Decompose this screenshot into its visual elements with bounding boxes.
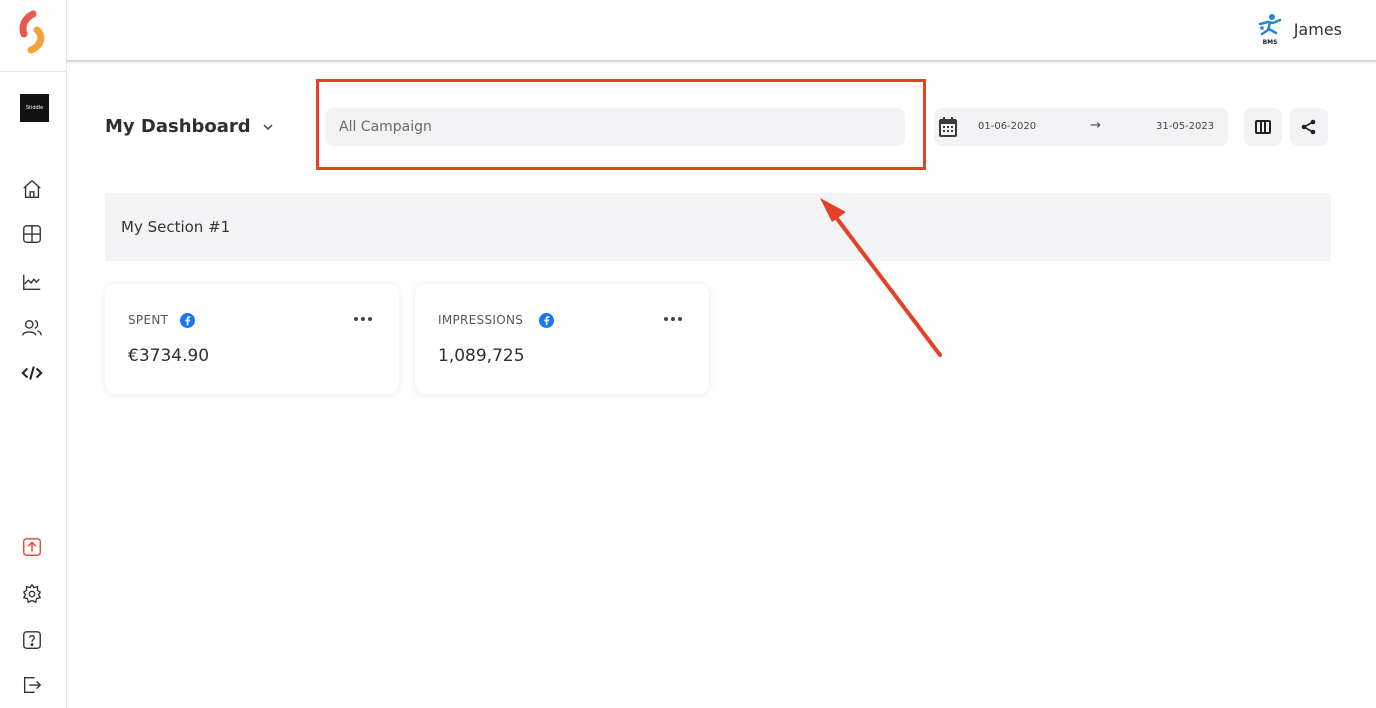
chart-area-icon[interactable] <box>20 270 44 294</box>
logout-icon[interactable] <box>20 673 44 697</box>
facebook-icon <box>539 313 554 328</box>
top-bar-divider <box>67 60 1376 62</box>
metric-value: 1,089,725 <box>438 346 525 366</box>
upload-icon[interactable] <box>20 535 44 559</box>
metric-card-impressions: IMPRESSIONS 1,089,725 <box>415 284 709 394</box>
share-button[interactable] <box>1290 108 1328 146</box>
home-icon[interactable] <box>20 177 44 201</box>
annotation-highlight-box <box>316 79 926 170</box>
columns-button[interactable] <box>1244 108 1282 146</box>
user-name: James <box>1293 19 1342 39</box>
brand-logo[interactable]: Stiddle <box>20 94 49 122</box>
date-start: 01-06-2020 <box>978 121 1037 132</box>
user-menu[interactable]: BMS James <box>1256 12 1342 46</box>
bms-logo-icon: BMS <box>1258 14 1281 46</box>
chevron-down-icon[interactable] <box>261 120 275 134</box>
code-icon[interactable] <box>20 361 44 385</box>
date-end: 31-05-2023 <box>1156 121 1215 132</box>
facebook-icon <box>180 313 195 328</box>
section-header: My Section #1 <box>105 193 1331 261</box>
calendar-icon <box>939 117 957 137</box>
brand-text: Stiddle <box>25 105 44 111</box>
date-arrow: → <box>1090 118 1101 133</box>
more-options-icon[interactable] <box>663 314 683 324</box>
section-title[interactable]: My Section #1 <box>121 218 230 236</box>
bms-logo-text: BMS <box>1262 39 1277 46</box>
share-icon <box>1301 119 1316 135</box>
top-bar <box>67 0 1376 60</box>
more-options-icon[interactable] <box>353 314 373 324</box>
dashboard-grid-icon[interactable] <box>20 222 44 246</box>
metric-value: €3734.90 <box>128 346 210 366</box>
metric-label: SPENT <box>128 313 169 327</box>
gear-icon[interactable] <box>20 582 44 606</box>
metric-label: IMPRESSIONS <box>438 313 524 327</box>
date-range-picker[interactable]: 01-06-2020 → 31-05-2023 <box>934 108 1228 146</box>
app-logo[interactable] <box>17 10 51 54</box>
page-title[interactable]: My Dashboard <box>105 116 251 137</box>
sidebar-divider <box>0 71 66 72</box>
columns-icon <box>1255 120 1271 134</box>
sidebar: Stiddle <box>0 0 67 708</box>
users-icon[interactable] <box>20 316 44 340</box>
help-icon[interactable] <box>20 628 44 652</box>
metric-card-spent: SPENT €3734.90 <box>105 284 399 394</box>
